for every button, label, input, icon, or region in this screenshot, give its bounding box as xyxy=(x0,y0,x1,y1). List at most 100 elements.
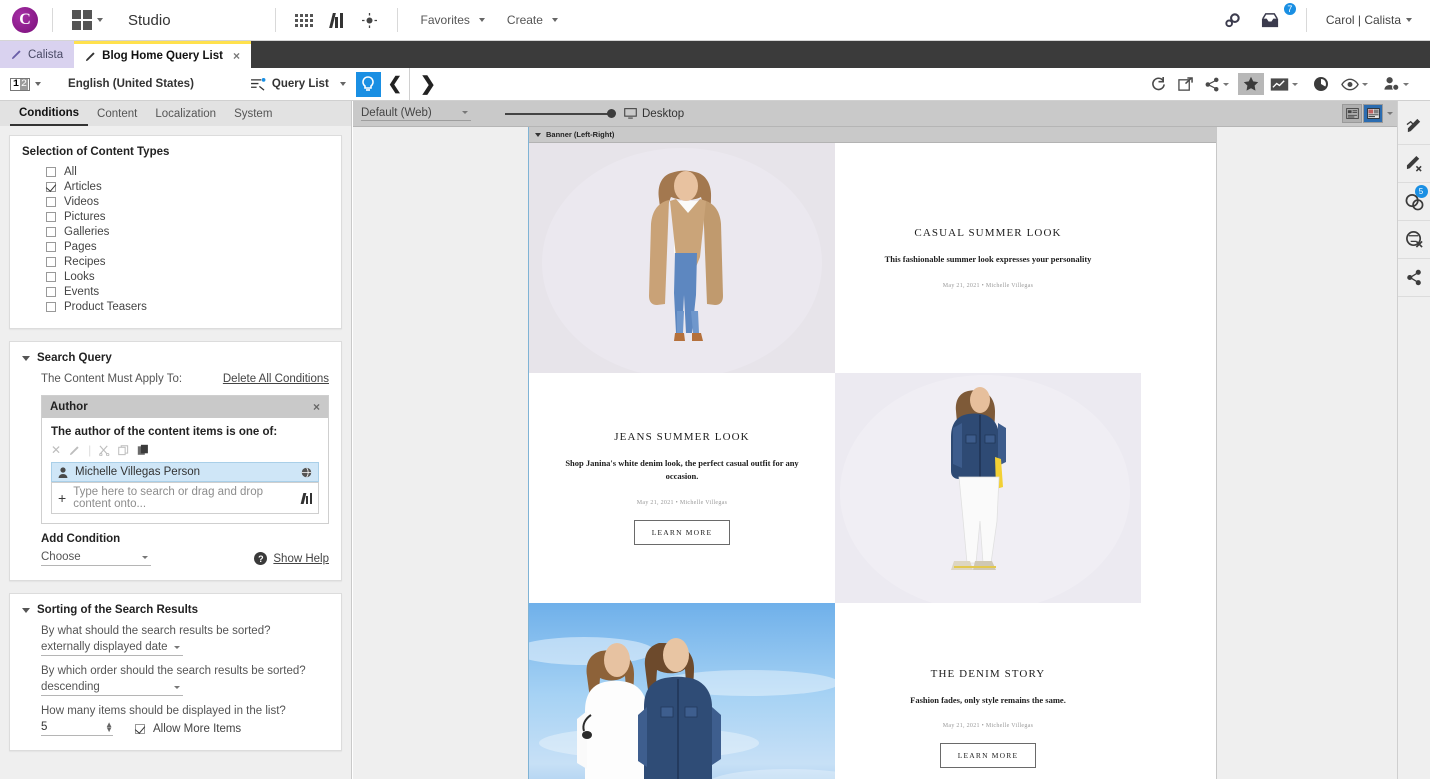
banner-text-3: THE DENIM STORY Fashion fades, only styl… xyxy=(835,603,1141,779)
sort-by-select[interactable]: externally displayed date xyxy=(41,641,183,656)
panel-tab-bar: Conditions Content Localization System xyxy=(0,101,351,126)
delete-all-conditions-link[interactable]: Delete All Conditions xyxy=(223,373,329,385)
tab-system[interactable]: System xyxy=(225,101,281,126)
banner-image-2[interactable] xyxy=(835,373,1141,603)
banner-component-label[interactable]: Banner (Left-Right) xyxy=(529,127,1216,143)
user-menu[interactable]: Carol | Calista xyxy=(1317,9,1430,31)
desktop-monitor-icon xyxy=(624,108,637,119)
banner-image-3[interactable] xyxy=(529,603,835,779)
version-selector[interactable]: 12 xyxy=(0,74,50,95)
viewport-width-slider[interactable] xyxy=(505,109,616,118)
checkbox-product-teasers[interactable]: Product Teasers xyxy=(22,299,329,314)
checkbox-pages[interactable]: Pages xyxy=(22,239,329,254)
checkbox-events[interactable]: Events xyxy=(22,284,329,299)
search-query-title: Search Query xyxy=(37,352,112,364)
sorting-header[interactable]: Sorting of the Search Results xyxy=(22,604,329,616)
checkbox-pictures[interactable]: Pictures xyxy=(22,209,329,224)
favorite-button[interactable] xyxy=(1238,73,1264,95)
target-button[interactable] xyxy=(352,8,387,33)
tab-blog-home-query-list[interactable]: Blog Home Query List × xyxy=(74,41,251,68)
paste-icon[interactable] xyxy=(137,444,149,456)
sort-order-select[interactable]: descending xyxy=(41,681,183,696)
share-button[interactable] xyxy=(1199,77,1238,92)
learn-more-button[interactable]: LEARN MORE xyxy=(633,519,731,545)
tab-conditions[interactable]: Conditions xyxy=(10,101,89,126)
settings-button[interactable] xyxy=(1214,7,1251,34)
share-rail-button[interactable] xyxy=(1397,259,1430,297)
apps-grid-button[interactable] xyxy=(63,6,112,34)
learn-more-button[interactable]: LEARN MORE xyxy=(939,743,1037,769)
document-tab-strip: Calista Blog Home Query List × xyxy=(0,41,1430,68)
stepper-arrows-icon[interactable]: ▲ ▼ xyxy=(105,721,113,734)
remove-icon[interactable]: ✕ xyxy=(51,443,61,457)
inbox-button[interactable]: 7 xyxy=(1251,1,1297,34)
divider xyxy=(1305,8,1307,32)
dashboard-button[interactable] xyxy=(286,10,322,31)
woman-tan-trenchcoat-studio-image xyxy=(529,143,835,373)
show-help-link[interactable]: Show Help xyxy=(273,553,329,565)
library-button[interactable] xyxy=(322,9,352,32)
add-condition-value: Choose xyxy=(41,551,81,563)
reload-button[interactable] xyxy=(1145,76,1172,92)
checkbox-looks[interactable]: Looks xyxy=(22,269,329,284)
tab-label: Calista xyxy=(28,48,64,61)
preview-button[interactable] xyxy=(1335,78,1377,91)
open-external-button[interactable] xyxy=(1172,76,1199,92)
annotation-pen-icon xyxy=(1406,118,1420,133)
checkbox-icon xyxy=(46,211,56,222)
globe-icon[interactable] xyxy=(301,466,312,478)
comment-delete-button[interactable] xyxy=(1397,221,1430,259)
view-mode-toggle[interactable] xyxy=(1342,104,1396,123)
sort-order-value: descending xyxy=(41,681,100,693)
checkbox-all[interactable]: All xyxy=(22,164,329,179)
chevron-down-icon[interactable] xyxy=(1387,112,1393,115)
tab-localization[interactable]: Localization xyxy=(146,101,225,126)
checkbox-articles[interactable]: Articles xyxy=(22,179,329,194)
condition-close-icon[interactable]: × xyxy=(313,400,320,414)
doctype-selector[interactable]: Query List xyxy=(250,77,346,91)
banner-row-1: CASUAL SUMMER LOOK This fashionable summ… xyxy=(529,143,1216,373)
banner-image-1[interactable] xyxy=(529,143,835,373)
checkbox-icon xyxy=(46,166,56,177)
lightbulb-icon xyxy=(362,76,375,91)
cut-scissors-icon[interactable] xyxy=(99,445,110,456)
sorting-card: Sorting of the Search Results By what sh… xyxy=(9,593,342,751)
brand-logo[interactable]: C xyxy=(0,7,42,33)
reload-icon xyxy=(1152,76,1165,91)
library-bars-icon[interactable] xyxy=(300,492,312,504)
item-count-stepper[interactable]: 5 ▲ ▼ xyxy=(41,721,113,736)
tab-calista[interactable]: Calista xyxy=(0,41,75,68)
search-query-header[interactable]: Search Query xyxy=(22,352,329,364)
condition-mini-toolbar: ✕ | xyxy=(51,443,319,457)
device-select[interactable]: Default (Web) xyxy=(361,107,471,121)
copy-icon[interactable] xyxy=(118,444,129,456)
condition-search-input-row[interactable]: + Type here to search or drag and drop c… xyxy=(51,482,319,514)
user-settings-button[interactable] xyxy=(1377,76,1416,92)
divider xyxy=(396,8,398,32)
expand-right-button[interactable]: ❯ xyxy=(410,73,446,96)
checkbox-recipes[interactable]: Recipes xyxy=(22,254,329,269)
comments-button[interactable]: 5 xyxy=(1397,183,1430,221)
time-button[interactable] xyxy=(1307,76,1335,92)
show-help[interactable]: ? Show Help xyxy=(254,552,329,565)
annotation-pen-delete-button[interactable] xyxy=(1397,145,1430,183)
collapse-left-button[interactable]: ❮ xyxy=(381,74,409,94)
conditions-panel: Conditions Content Localization System S… xyxy=(0,101,352,779)
insight-toggle-button[interactable] xyxy=(355,71,381,97)
checkbox-videos[interactable]: Videos xyxy=(22,194,329,209)
edit-pencil-icon[interactable] xyxy=(69,445,80,456)
tab-close-icon[interactable]: × xyxy=(233,49,240,63)
preview-page: Banner (Left-Right) CASUAL SUMMER LOOK T… xyxy=(528,127,1217,779)
checkbox-galleries[interactable]: Galleries xyxy=(22,224,329,239)
menu-favorites[interactable]: Favorites xyxy=(408,9,494,31)
analytics-button[interactable] xyxy=(1264,77,1307,92)
slider-knob[interactable] xyxy=(607,109,616,118)
menu-create[interactable]: Create xyxy=(494,9,567,31)
view-mode-list-button[interactable] xyxy=(1342,104,1362,123)
tab-content[interactable]: Content xyxy=(88,101,146,126)
condition-value-row[interactable]: Michelle Villegas Person xyxy=(51,462,319,482)
checkbox-allow-more-items[interactable]: Allow More Items xyxy=(135,721,241,736)
annotation-pen-button[interactable] xyxy=(1397,107,1430,145)
add-condition-select[interactable]: Choose xyxy=(41,551,151,566)
view-mode-split-button[interactable] xyxy=(1363,104,1383,123)
